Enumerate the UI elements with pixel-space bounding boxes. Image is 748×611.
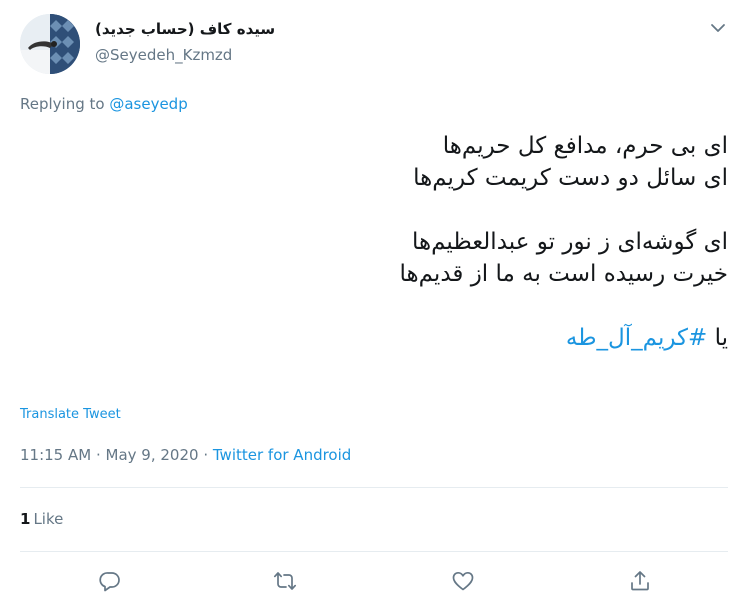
chevron-down-icon[interactable] bbox=[706, 16, 730, 40]
share-icon bbox=[631, 571, 649, 591]
like-count: 1 bbox=[20, 510, 31, 528]
author-display-name[interactable]: سیده کاف (حساب جدید) bbox=[95, 20, 275, 38]
avatar-image bbox=[20, 14, 80, 74]
tweet-meta: 11:15 AM · May 9, 2020 · Twitter for And… bbox=[20, 446, 351, 464]
reply-button[interactable] bbox=[93, 564, 127, 598]
tweet-time[interactable]: 11:15 AM bbox=[20, 446, 91, 464]
tweet-hashtag-prefix: یا bbox=[707, 325, 728, 351]
tweet-actions bbox=[0, 564, 748, 598]
heart-icon bbox=[452, 571, 474, 591]
replying-to-prefix: Replying to bbox=[20, 95, 110, 113]
tweet-line: خیرت رسیده است به ما از قدیم‌ها bbox=[399, 261, 728, 287]
tweet-line: ای گوشه‌ای ز نور تو عبدالعظیم‌ها bbox=[411, 229, 728, 255]
tweet-text: ای بی حرم، مدافع کل حریم‌ها ای سائل دو د… bbox=[28, 130, 728, 354]
like-label: Like bbox=[33, 510, 64, 528]
retweet-button[interactable] bbox=[268, 564, 302, 598]
reply-icon bbox=[99, 572, 120, 592]
tweet-source-link[interactable]: Twitter for Android bbox=[213, 446, 351, 464]
like-button[interactable] bbox=[446, 564, 480, 598]
likes-stat[interactable]: 1 Like bbox=[20, 510, 63, 528]
tweet-line: ای بی حرم، مدافع کل حریم‌ها bbox=[442, 133, 728, 159]
tweet-hashtag-line: یا #کریم_آل_طه bbox=[28, 322, 728, 354]
divider bbox=[20, 551, 728, 552]
tweet-date[interactable]: May 9, 2020 bbox=[106, 446, 199, 464]
retweet-icon bbox=[273, 572, 297, 590]
share-button[interactable] bbox=[623, 564, 657, 598]
author-handle[interactable]: @Seyedeh_Kzmzd bbox=[95, 46, 232, 64]
tweet-line: ای سائل دو دست کریمت کریم‌ها bbox=[413, 165, 728, 191]
meta-separator: · bbox=[198, 446, 213, 464]
meta-separator: · bbox=[91, 446, 106, 464]
translate-tweet-link[interactable]: Translate Tweet bbox=[20, 407, 121, 422]
divider bbox=[20, 487, 728, 488]
hashtag-link[interactable]: #کریم_آل_طه bbox=[566, 325, 707, 351]
avatar[interactable] bbox=[20, 14, 80, 74]
reply-to-handle-link[interactable]: @aseyedp bbox=[109, 95, 187, 113]
replying-to: Replying to @aseyedp bbox=[20, 95, 188, 113]
